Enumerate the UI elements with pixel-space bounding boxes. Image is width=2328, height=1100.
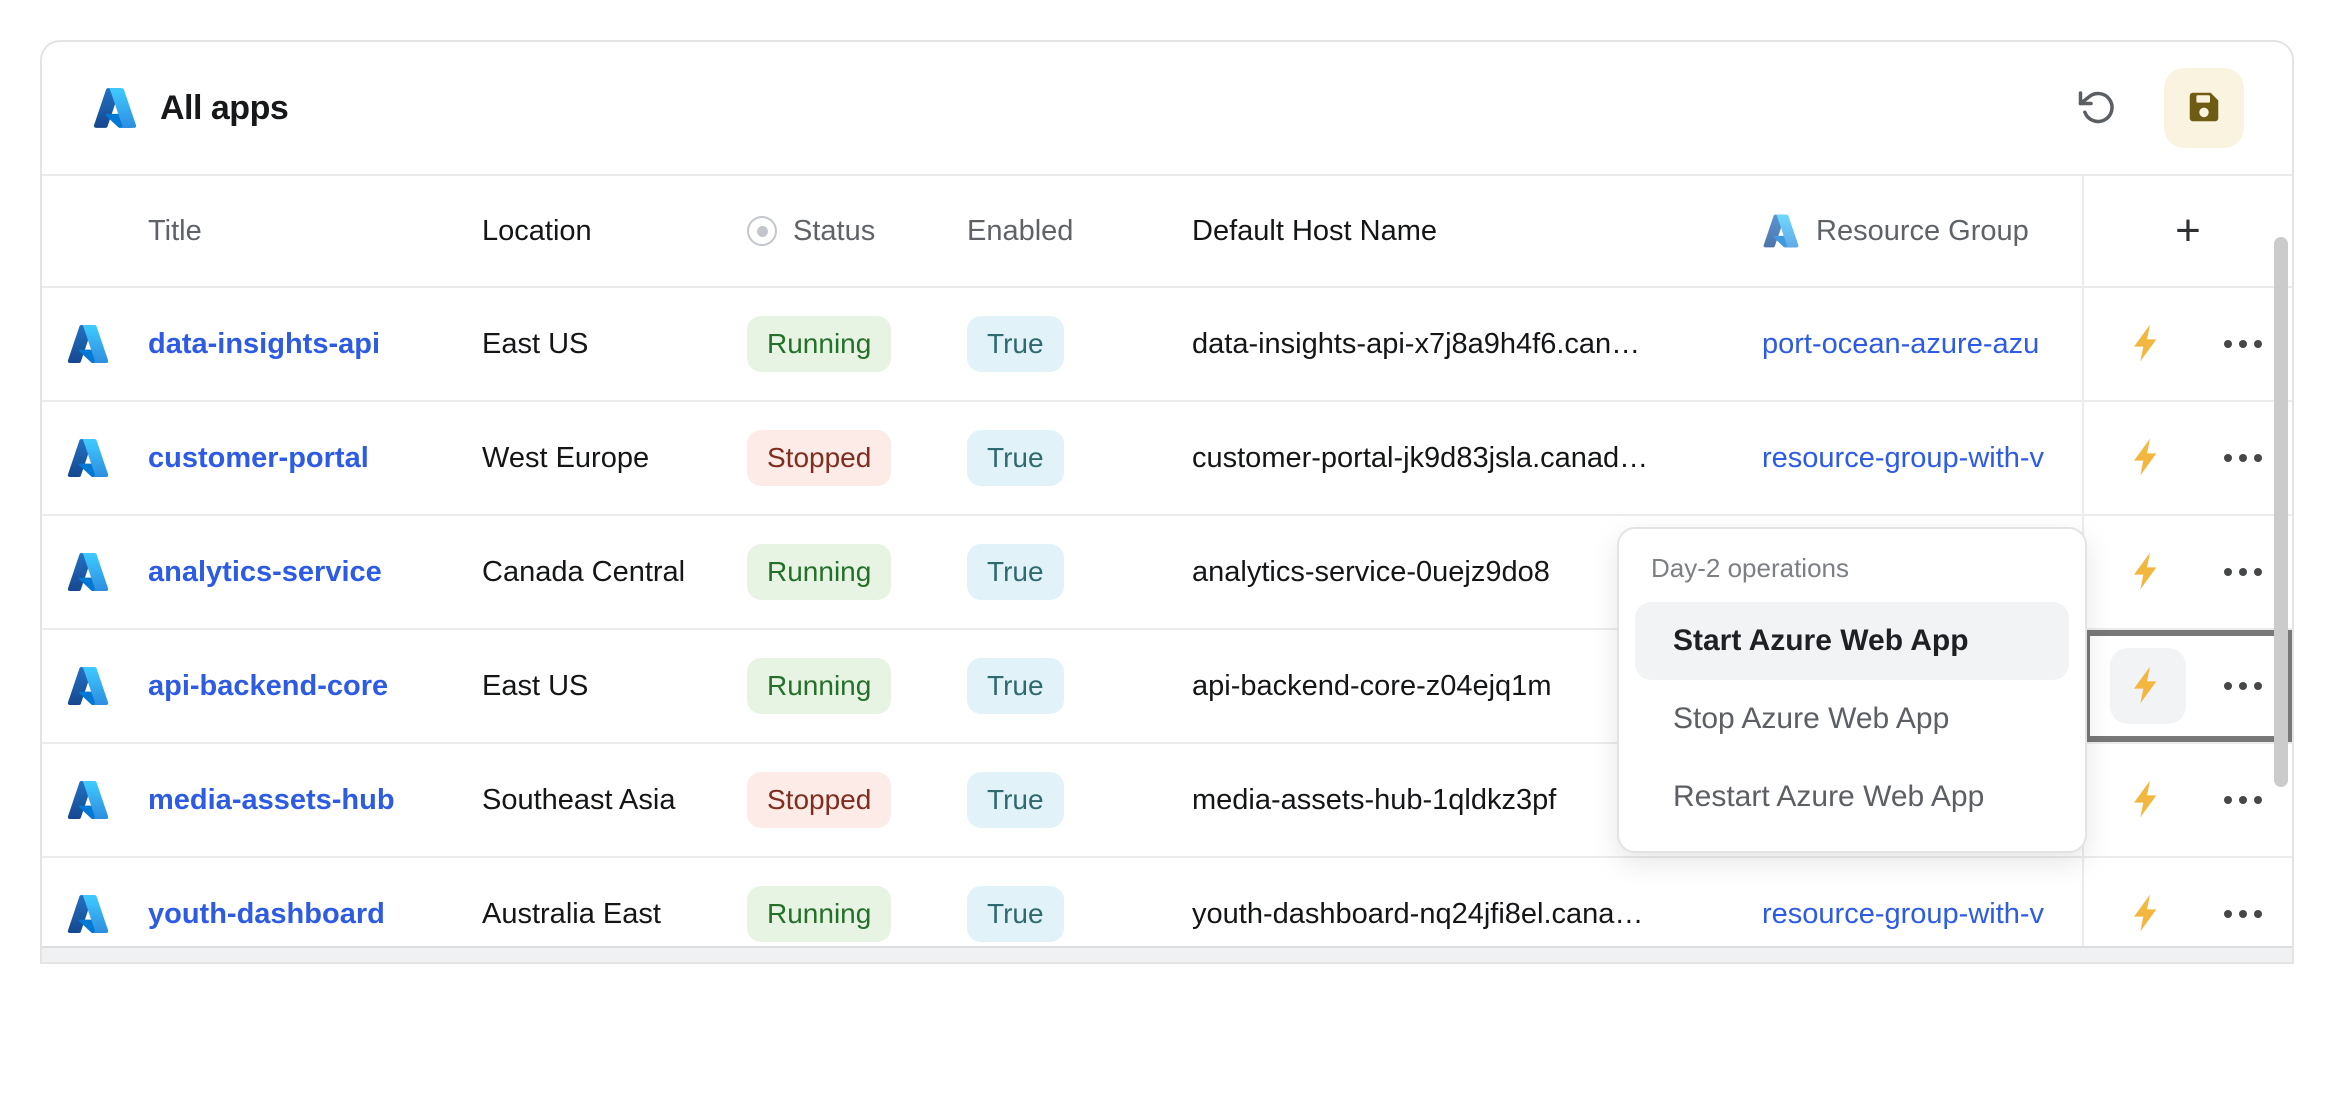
app-title-link[interactable]: youth-dashboard	[148, 898, 385, 931]
more-actions-button[interactable]	[2220, 786, 2266, 814]
resource-group-link[interactable]: port-ocean-azure-azu	[1762, 328, 2039, 361]
app-title-link[interactable]: data-insights-api	[148, 328, 380, 361]
resource-group-link[interactable]: resource-group-with-v	[1762, 442, 2044, 475]
more-actions-button[interactable]	[2220, 444, 2266, 472]
row-actions-cell	[2082, 288, 2292, 400]
status-badge: Running	[747, 544, 891, 600]
more-actions-button[interactable]	[2220, 900, 2266, 928]
lightning-bolt-icon	[2128, 893, 2168, 936]
row-actions-cell	[2082, 402, 2292, 514]
enabled-badge: True	[967, 430, 1064, 486]
status-badge: Running	[747, 886, 891, 942]
enabled-badge: True	[967, 772, 1064, 828]
page-title: All apps	[160, 89, 288, 128]
status-badge: Running	[747, 658, 891, 714]
save-icon	[2185, 88, 2223, 129]
more-actions-button[interactable]	[2220, 330, 2266, 358]
column-header-enabled: Enabled	[967, 215, 1192, 248]
more-actions-button[interactable]	[2220, 672, 2266, 700]
azure-logo-icon	[92, 85, 138, 131]
status-badge: Stopped	[747, 772, 891, 828]
more-actions-button[interactable]	[2220, 558, 2266, 586]
menu-item-label: Start Azure Web App	[1673, 624, 1969, 658]
day2-operations-button[interactable]	[2110, 534, 2186, 610]
card-header: All apps	[42, 42, 2292, 176]
host-name-cell: youth-dashboard-nq24jfi8el.cana…	[1192, 898, 1762, 931]
enabled-badge: True	[967, 316, 1064, 372]
enabled-badge: True	[967, 886, 1064, 942]
row-actions-cell	[2082, 744, 2292, 856]
vertical-scrollbar[interactable]	[2274, 237, 2288, 787]
lightning-bolt-icon	[2128, 551, 2168, 594]
status-radio-icon	[747, 216, 777, 246]
azure-icon	[42, 778, 148, 822]
location-cell: East US	[482, 328, 747, 361]
lightning-bolt-icon	[2128, 779, 2168, 822]
azure-icon	[1762, 212, 1800, 250]
row-actions-cell-focused	[2082, 630, 2292, 742]
azure-icon	[42, 892, 148, 936]
app-title-link[interactable]: customer-portal	[148, 442, 369, 475]
location-cell: Canada Central	[482, 556, 747, 589]
app-title-link[interactable]: analytics-service	[148, 556, 382, 589]
day2-operations-button[interactable]	[2110, 420, 2186, 496]
enabled-badge: True	[967, 544, 1064, 600]
host-name-cell: data-insights-api-x7j8a9h4f6.can…	[1192, 328, 1762, 361]
day2-operations-button[interactable]	[2110, 306, 2186, 382]
location-cell: Australia East	[482, 898, 747, 931]
row-actions-cell	[2082, 516, 2292, 628]
location-cell: West Europe	[482, 442, 747, 475]
menu-section-label: Day-2 operations	[1635, 553, 2069, 584]
host-name-cell: customer-portal-jk9d83jsla.canad…	[1192, 442, 1762, 475]
location-cell: East US	[482, 670, 747, 703]
azure-icon	[42, 322, 148, 366]
menu-item-start-azure-web-app[interactable]: Start Azure Web App	[1635, 602, 2069, 680]
menu-item-label: Restart Azure Web App	[1673, 780, 1984, 814]
enabled-badge: True	[967, 658, 1064, 714]
app-title-link[interactable]: media-assets-hub	[148, 784, 395, 817]
column-header-status: Status	[747, 215, 875, 248]
add-column-button[interactable]: +	[2175, 206, 2201, 256]
azure-icon	[42, 550, 148, 594]
column-header-title: Title	[148, 215, 482, 248]
table-header-row: Title Location Status Enabled Default Ho…	[42, 176, 2292, 288]
resource-group-link[interactable]: resource-group-with-v	[1762, 898, 2044, 931]
lightning-bolt-icon	[2128, 437, 2168, 480]
column-header-resource-group: Resource Group	[1762, 212, 2029, 250]
status-badge: Running	[747, 316, 891, 372]
lightning-bolt-icon	[2128, 665, 2168, 708]
azure-icon	[42, 436, 148, 480]
day2-operations-button[interactable]	[2110, 762, 2186, 838]
day2-operations-menu: Day-2 operations Start Azure Web App Sto…	[1617, 527, 2087, 853]
lightning-bolt-icon	[2128, 323, 2168, 366]
status-badge: Stopped	[747, 430, 891, 486]
save-button[interactable]	[2164, 68, 2244, 148]
table-row: customer-portal West Europe Stopped True…	[42, 402, 2292, 516]
day2-operations-button[interactable]	[2110, 876, 2186, 952]
menu-item-stop-azure-web-app[interactable]: Stop Azure Web App	[1635, 680, 2069, 758]
column-header-location: Location	[482, 215, 747, 248]
menu-item-label: Stop Azure Web App	[1673, 702, 1949, 736]
undo-icon	[2077, 86, 2119, 131]
azure-icon	[42, 664, 148, 708]
table-row: data-insights-api East US Running True d…	[42, 288, 2292, 402]
table-footer-strip	[42, 946, 2292, 962]
location-cell: Southeast Asia	[482, 784, 747, 817]
column-header-host: Default Host Name	[1192, 215, 1762, 248]
undo-button[interactable]	[2074, 84, 2122, 132]
app-title-link[interactable]: api-backend-core	[148, 670, 388, 703]
menu-item-restart-azure-web-app[interactable]: Restart Azure Web App	[1635, 758, 2069, 836]
day2-operations-button[interactable]	[2110, 648, 2186, 724]
